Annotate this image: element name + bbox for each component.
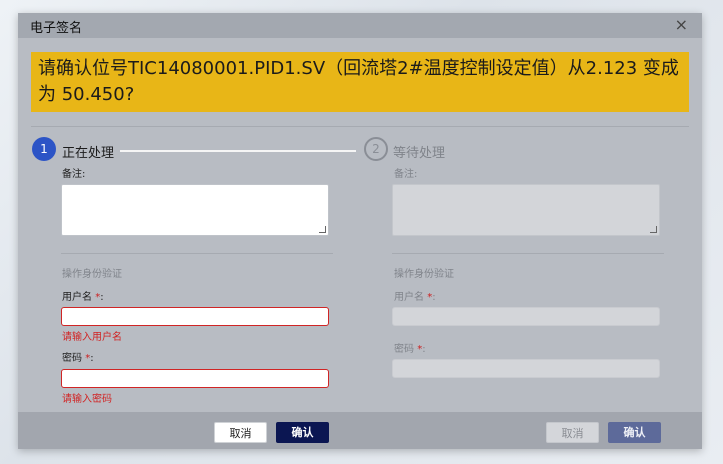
dialog-title: 电子签名	[30, 21, 83, 36]
resize-grip-icon	[650, 226, 657, 233]
remark-label: 备注:	[62, 169, 86, 180]
username-input[interactable]	[61, 307, 329, 326]
password-colon: :	[90, 353, 94, 364]
cancel-button-disabled: 取消	[546, 422, 599, 443]
auth-title-disabled: 操作身份验证	[394, 269, 454, 280]
left-divider	[61, 253, 333, 254]
remark-textarea-disabled	[392, 184, 660, 236]
auth-title: 操作身份验证	[62, 269, 122, 280]
password-colon: :	[422, 344, 426, 355]
username-label-text: 用户名	[394, 292, 424, 303]
username-error: 请输入用户名	[62, 332, 122, 343]
step-connector	[120, 150, 356, 152]
password-label-text: 密码	[62, 353, 82, 364]
password-input[interactable]	[61, 369, 329, 388]
username-label: 用户名 *:	[62, 288, 104, 303]
username-colon: :	[100, 292, 104, 303]
dialog-footer: 取消 确认 取消 确认	[18, 412, 702, 449]
username-colon: :	[432, 292, 436, 303]
username-label-disabled: 用户名 *:	[394, 288, 436, 303]
username-input-disabled	[392, 307, 660, 326]
right-divider	[392, 253, 664, 254]
step-2-badge: 2	[364, 137, 388, 161]
password-label-text: 密码	[394, 344, 414, 355]
confirm-button-disabled: 确认	[608, 422, 661, 443]
title-bar: 电子签名 ×	[18, 13, 702, 38]
password-input-disabled	[392, 359, 660, 378]
e-signature-dialog: 电子签名 × 请确认位号TIC14080001.PID1.SV（回流塔2#温度控…	[18, 13, 702, 449]
close-icon[interactable]: ×	[675, 15, 688, 34]
username-label-text: 用户名	[62, 292, 92, 303]
password-error: 请输入密码	[62, 394, 112, 405]
confirmation-banner: 请确认位号TIC14080001.PID1.SV（回流塔2#温度控制设定值）从2…	[31, 52, 689, 112]
password-label-disabled: 密码 *:	[394, 340, 426, 355]
remark-label-disabled: 备注:	[394, 169, 418, 180]
step-2-label: 等待处理	[393, 146, 446, 161]
confirm-button[interactable]: 确认	[276, 422, 329, 443]
remark-textarea[interactable]	[61, 184, 329, 236]
divider	[31, 126, 689, 127]
password-label: 密码 *:	[62, 349, 94, 364]
cancel-button[interactable]: 取消	[214, 422, 267, 443]
step-1-badge: 1	[32, 137, 56, 161]
resize-grip-icon[interactable]	[319, 226, 326, 233]
step-1-label: 正在处理	[62, 146, 115, 161]
